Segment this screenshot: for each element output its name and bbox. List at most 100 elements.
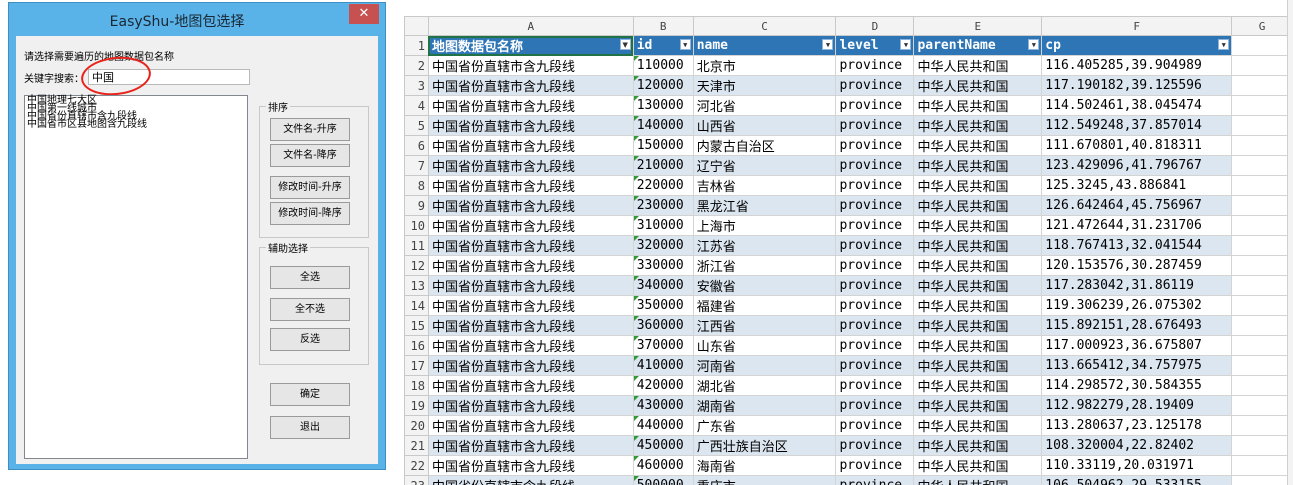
empty-cell[interactable] [1231,375,1293,396]
name-cell[interactable]: 江西省 [692,315,837,336]
row-header[interactable]: 3 [404,75,429,96]
select-none-button[interactable]: 全不选 [270,298,350,321]
cp-cell[interactable]: 118.767413,32.041544 [1041,235,1233,256]
cp-cell[interactable]: 113.665412,34.757975 [1041,355,1233,376]
level-cell[interactable]: province [835,115,915,136]
parentname-cell[interactable]: 中华人民共和国 [913,195,1043,216]
row-header[interactable]: 10 [404,215,429,236]
sort-name-asc-button[interactable]: 文件名-升序 [270,118,350,141]
empty-cell[interactable] [1231,315,1293,336]
name-cell[interactable]: 安徽省 [692,275,837,296]
package-cell[interactable]: 中国省份直辖市含九段线 [427,455,634,476]
row-header[interactable]: 22 [404,455,429,476]
column-header-f[interactable]: F [1041,16,1233,36]
parentname-cell[interactable]: 中华人民共和国 [913,435,1043,456]
cp-cell[interactable]: 108.320004,22.82402 [1041,435,1233,456]
cp-cell[interactable]: 126.642464,45.756967 [1041,195,1233,216]
row-header[interactable]: 2 [404,55,429,76]
cp-cell[interactable]: 111.670801,40.818311 [1041,135,1233,156]
row-header[interactable]: 4 [404,95,429,116]
row-header[interactable]: 9 [404,195,429,216]
name-cell[interactable]: 湖北省 [692,375,837,396]
parentname-cell[interactable]: 中华人民共和国 [913,415,1043,436]
package-cell[interactable]: 中国省份直辖市含九段线 [427,155,634,176]
package-cell[interactable]: 中国省份直辖市含九段线 [427,235,634,256]
cp-cell[interactable]: 125.3245,43.886841 [1041,175,1233,196]
id-cell[interactable]: 500000 [632,475,694,485]
level-cell[interactable]: province [835,55,915,76]
parentname-cell[interactable]: 中华人民共和国 [913,235,1043,256]
parentname-cell[interactable]: 中华人民共和国 [913,155,1043,176]
package-cell[interactable]: 中国省份直辖市含九段线 [427,435,634,456]
level-cell[interactable]: province [835,435,915,456]
id-cell[interactable]: 110000 [632,55,694,76]
level-cell[interactable]: province [835,355,915,376]
level-cell[interactable]: province [835,75,915,96]
package-cell[interactable]: 中国省份直辖市含九段线 [427,395,634,416]
level-cell[interactable]: province [835,95,915,116]
row-header[interactable]: 11 [404,235,429,256]
level-cell[interactable]: province [835,275,915,296]
select-all-button[interactable]: 全选 [270,266,350,289]
parentname-cell[interactable]: 中华人民共和国 [913,315,1043,336]
filter-dropdown-icon[interactable]: ▼ [1218,39,1230,50]
package-listbox[interactable]: 中国地理七大区 中国第一线城市 中国省份直辖市含九段线 中国省市区县地图含九段线 [24,95,248,459]
name-cell[interactable]: 河北省 [692,95,837,116]
package-cell[interactable]: 中国省份直辖市含九段线 [427,215,634,236]
column-header-b[interactable]: B [632,16,694,36]
sort-name-desc-button[interactable]: 文件名-降序 [270,144,350,167]
id-cell[interactable]: 310000 [632,215,694,236]
cp-cell[interactable]: 112.982279,28.19409 [1041,395,1233,416]
empty-cell[interactable] [1231,195,1293,216]
level-cell[interactable]: province [835,215,915,236]
id-cell[interactable]: 320000 [632,235,694,256]
spreadsheet-grid[interactable]: A B C D E F G 1 地图数据包名称 ▼ id ▼ name ▼ level… [404,16,1293,485]
id-cell[interactable]: 450000 [632,435,694,456]
column-header-g[interactable]: G [1231,16,1293,36]
cp-cell[interactable]: 114.298572,30.584355 [1041,375,1233,396]
row-header[interactable]: 19 [404,395,429,416]
cp-cell[interactable]: 110.33119,20.031971 [1041,455,1233,476]
empty-cell[interactable] [1231,255,1293,276]
level-cell[interactable]: province [835,255,915,276]
id-cell[interactable]: 420000 [632,375,694,396]
header-cell-cp[interactable]: cp ▼ [1041,35,1233,56]
filter-dropdown-icon[interactable]: ▼ [900,39,912,50]
cp-cell[interactable]: 113.280637,23.125178 [1041,415,1233,436]
name-cell[interactable]: 重庆市 [692,475,837,485]
level-cell[interactable]: province [835,155,915,176]
id-cell[interactable]: 460000 [632,455,694,476]
row-header[interactable]: 16 [404,335,429,356]
row-header[interactable]: 12 [404,255,429,276]
id-cell[interactable]: 410000 [632,355,694,376]
row-header[interactable]: 17 [404,355,429,376]
level-cell[interactable]: province [835,475,915,485]
package-cell[interactable]: 中国省份直辖市含九段线 [427,275,634,296]
name-cell[interactable]: 河南省 [692,355,837,376]
empty-cell[interactable] [1231,335,1293,356]
select-all-corner[interactable] [404,16,429,36]
package-cell[interactable]: 中国省份直辖市含九段线 [427,295,634,316]
empty-cell[interactable] [1231,235,1293,256]
level-cell[interactable]: province [835,195,915,216]
level-cell[interactable]: province [835,295,915,316]
parentname-cell[interactable]: 中华人民共和国 [913,215,1043,236]
empty-cell[interactable] [1231,215,1293,236]
empty-cell[interactable] [1231,395,1293,416]
filter-dropdown-icon[interactable]: ▼ [1028,39,1040,50]
row-header[interactable]: 6 [404,135,429,156]
package-cell[interactable]: 中国省份直辖市含九段线 [427,335,634,356]
parentname-cell[interactable]: 中华人民共和国 [913,375,1043,396]
row-header[interactable]: 23 [404,475,429,485]
id-cell[interactable]: 440000 [632,415,694,436]
name-cell[interactable]: 福建省 [692,295,837,316]
name-cell[interactable]: 山西省 [692,115,837,136]
row-header[interactable]: 20 [404,415,429,436]
id-cell[interactable]: 430000 [632,395,694,416]
cp-cell[interactable]: 106.504962,29.533155 [1041,475,1233,485]
parentname-cell[interactable]: 中华人民共和国 [913,255,1043,276]
package-cell[interactable]: 中国省份直辖市含九段线 [427,135,634,156]
cp-cell[interactable]: 119.306239,26.075302 [1041,295,1233,316]
empty-cell[interactable] [1231,135,1293,156]
row-header[interactable]: 18 [404,375,429,396]
